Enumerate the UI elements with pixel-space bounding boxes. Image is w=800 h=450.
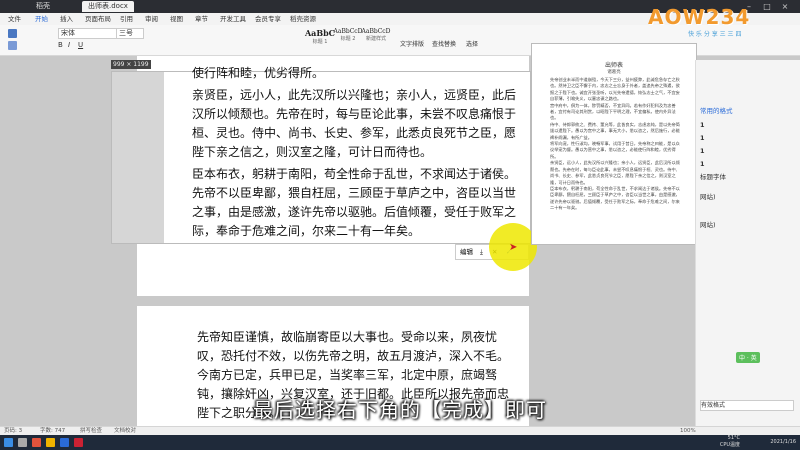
style-new[interactable]: AaBbCcD 新建样式 [356, 28, 396, 50]
tray-clock: 2021/1/16 [770, 439, 796, 445]
sidebar-item-heading[interactable]: 1 [700, 146, 705, 157]
sidebar-item-heading[interactable]: 1 [700, 120, 705, 131]
mouse-cursor-icon: ➤ [509, 242, 518, 253]
ime-badge[interactable]: 中 · 英 [736, 352, 760, 363]
media-app-icon[interactable] [74, 438, 83, 447]
preview-author: 诸葛亮 [607, 70, 621, 75]
menu-page-layout[interactable]: 页面布局 [85, 13, 111, 25]
menu-insert[interactable]: 插入 [60, 13, 73, 25]
tab-document[interactable]: 出师表.docx [82, 1, 134, 12]
capture-paragraph: 臣本布衣，躬耕于南阳，苟全性命于乱世，不求闻达于诸侯。先帝不以臣卑鄙，猥自枉屈，… [192, 167, 517, 238]
menu-view[interactable]: 视图 [170, 13, 183, 25]
preview-paragraph: 先帝创业未半而中道崩殂，今天下三分，益州疲弊，此诚危急存亡之秋也。然侍卫之臣不懈… [550, 77, 680, 102]
wps-app-icon[interactable] [32, 438, 41, 447]
logo-tagline: 快 乐 分 享 三 三 四 [688, 31, 742, 38]
tray-cpu: CPU温度 [719, 442, 740, 448]
sidebar-item-heading[interactable]: 1 [700, 133, 705, 144]
menu-resources[interactable]: 稻壳资源 [290, 13, 316, 25]
search-icon[interactable] [18, 438, 27, 447]
edit-button[interactable]: 编辑 [460, 245, 473, 259]
sidebar-item-heading[interactable]: 1 [700, 159, 705, 170]
menu-file[interactable]: 文件 [8, 13, 21, 25]
tab-daoke[interactable]: 稻壳 [30, 1, 56, 12]
sidebar-item-website[interactable]: 网站) [700, 220, 716, 231]
font-size-select[interactable]: 三号 [116, 28, 144, 39]
menu-chapter[interactable]: 章节 [195, 13, 208, 25]
menu-reference[interactable]: 引用 [120, 13, 133, 25]
text-layout-button[interactable]: 文字排版 [400, 39, 424, 48]
bold-icon[interactable]: B [58, 41, 63, 49]
browser-icon[interactable] [60, 438, 69, 447]
font-name-select[interactable]: 宋体 [58, 28, 119, 39]
windows-start-icon[interactable] [4, 438, 13, 447]
logo-text: AOW234 [648, 5, 751, 29]
preview-paragraph: 将军向宠，性行淑均，晓畅军事，试用于昔日，先帝称之曰能，是以众议举宠为督。愚以为… [550, 141, 680, 159]
capture-size-label: 999 × 1199 [111, 60, 151, 69]
preview-title: 出师表 [604, 62, 623, 69]
style-sidebar: 常用的格式 1 1 1 1 标题字体 网站) 网站) 中 · 英 有效格式 [695, 60, 800, 426]
select-button[interactable]: 选择 [466, 39, 478, 48]
download-icon[interactable]: ⤓ [480, 245, 483, 259]
preview-paragraph: 宫中府中，俱为一体，陟罚臧否，不宜异同。若有作奸犯科及为忠善者，宜付有司论其刑赏… [550, 102, 676, 121]
menu-member[interactable]: 会员专享 [255, 13, 281, 25]
video-subtitle: 最后选择右下角的【完成】即可 [253, 398, 547, 422]
capture-text: 使行阵和睦，优劣得所。 亲贤臣，远小人，此先汉所以兴隆也；亲小人，远贤臣，此后汉… [192, 66, 522, 244]
find-replace-button[interactable]: 查找替换 [432, 39, 456, 48]
underline-icon[interactable]: U [78, 41, 83, 49]
capture-left-strip [112, 72, 164, 243]
tray-temp: 51°C [727, 435, 740, 441]
italic-icon[interactable]: I [68, 41, 70, 49]
page-preview: 出师表 诸葛亮 先帝创业未半而中道崩殂，今天下三分，益州疲弊，此诚危急存亡之秋也… [531, 43, 697, 245]
sidebar-item-heading-font[interactable]: 标题字体 [700, 172, 726, 183]
folder-icon[interactable] [46, 438, 55, 447]
paste-icon[interactable] [8, 29, 17, 38]
preview-body: 先帝创业未半而中道崩殂，今天下三分，益州疲弊，此诚危急存亡之秋也。然侍卫之臣不懈… [550, 77, 680, 212]
sidebar-common-formats[interactable]: 常用的格式 [700, 106, 733, 117]
format-painter-icon[interactable] [8, 41, 17, 50]
preview-paragraph: 亲贤臣，远小人，此先汉所以兴隆也；亲小人，远贤臣，此后汉所以倾颓也。先帝在时，每… [550, 160, 680, 185]
preview-paragraph: 侍中、侍郎郭攸之、费祎、董允等，此皆良实，志虑忠纯，是以先帝简拔以遗陛下。愚以为… [550, 121, 680, 140]
style-new-label: 新建样式 [365, 36, 386, 42]
system-tray: 51°C CPU温度 [720, 435, 740, 449]
menu-review[interactable]: 审阅 [145, 13, 158, 25]
screenshot-capture-region[interactable]: 使行阵和睦，优劣得所。 亲贤臣，远小人，此先汉所以兴隆也；亲小人，远贤臣，此后汉… [111, 66, 531, 244]
sidebar-item-website[interactable]: 网站) [700, 192, 716, 203]
taskbar: 51°C CPU温度 2021/1/16 [0, 435, 800, 450]
capture-paragraph: 亲贤臣，远小人，此先汉所以兴隆也；亲小人，远贤臣，此后汉所以倾颓也。先帝在时，每… [192, 88, 517, 159]
capture-partial-line: 使行阵和睦，优劣得所。 [192, 66, 325, 80]
menu-developer[interactable]: 开发工具 [220, 13, 246, 25]
style-new-preview: AaBbCcD [361, 28, 391, 35]
site-logo: AOW234 快 乐 分 享 三 三 四 [648, 5, 798, 45]
preview-paragraph: 臣本布衣，躬耕于南阳，苟全性命于乱世，不求闻达于诸侯。先帝不以臣卑鄙，猥自枉屈，… [550, 185, 680, 211]
